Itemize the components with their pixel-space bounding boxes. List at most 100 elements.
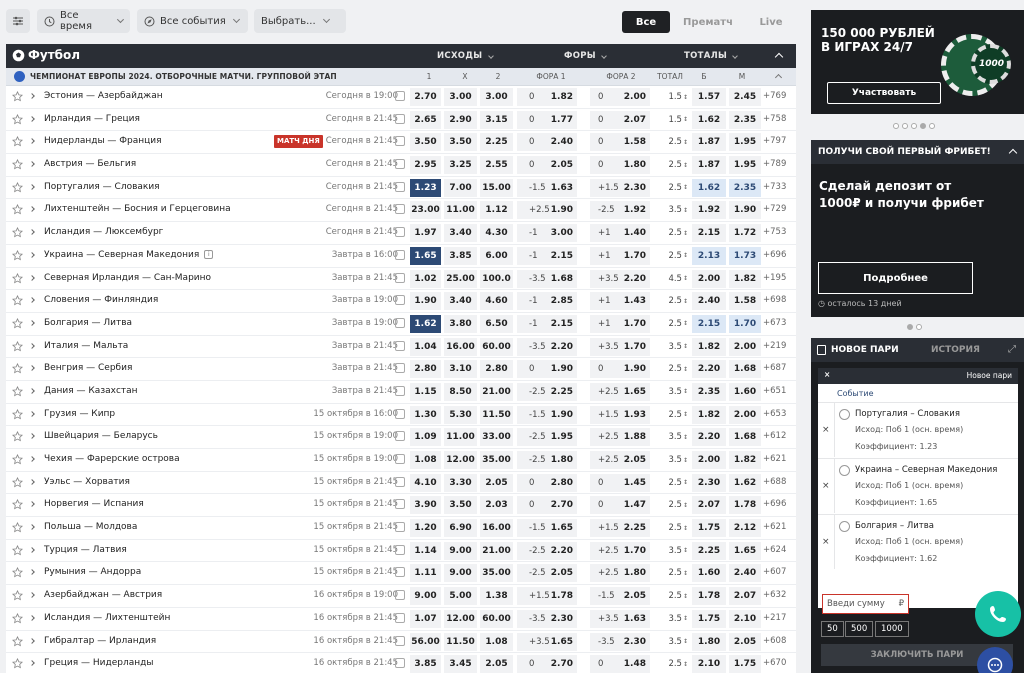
- odd-handicap1[interactable]: 0 2.40: [517, 133, 577, 152]
- more-markets[interactable]: +608: [763, 636, 786, 646]
- match-row[interactable]: Швейцария — Беларусь 15 октября в 19:00 1.…: [6, 426, 796, 449]
- odd-over[interactable]: 1.87: [692, 133, 726, 152]
- odd-over[interactable]: 1.75: [692, 519, 726, 538]
- odd-win1[interactable]: 1.15: [410, 382, 441, 401]
- match-teams[interactable]: Эстония — Азербайджан: [44, 91, 163, 101]
- quick-amount-50[interactable]: 50: [821, 621, 844, 637]
- odd-win2[interactable]: 1.08: [480, 632, 513, 651]
- odd-under[interactable]: 2.35: [729, 110, 761, 129]
- stats-icon[interactable]: [395, 658, 405, 669]
- odd-handicap1[interactable]: -3.5 2.20: [517, 337, 577, 356]
- odd-handicap2[interactable]: 0 1.90: [590, 360, 650, 379]
- star-icon[interactable]: [11, 567, 24, 581]
- odd-under[interactable]: 1.62: [729, 473, 761, 492]
- odd-win1[interactable]: 1.11: [410, 564, 441, 583]
- match-row[interactable]: Венгрия — Сербия Завтра в 21:45 2.80 3.10 2.…: [6, 358, 796, 381]
- pager-dot-active[interactable]: [920, 123, 926, 129]
- odd-handicap2[interactable]: +3.5 1.63: [590, 609, 650, 628]
- odd-win1[interactable]: 23.00: [410, 201, 441, 220]
- odd-under[interactable]: 1.70: [729, 314, 761, 333]
- odd-over[interactable]: 2.10: [692, 655, 726, 673]
- odd-draw[interactable]: 3.45: [444, 655, 477, 673]
- odd-draw[interactable]: 3.30: [444, 473, 477, 492]
- stats-icon[interactable]: [395, 272, 405, 283]
- odd-under[interactable]: 1.82: [729, 451, 761, 469]
- odd-under[interactable]: 1.58: [729, 292, 761, 311]
- odd-win2[interactable]: 4.60: [480, 292, 513, 311]
- star-icon[interactable]: [11, 658, 24, 672]
- remove-bet-icon[interactable]: ×: [822, 425, 830, 435]
- handicaps-column-toggle[interactable]: ФОРЫ: [564, 51, 608, 61]
- match-teams[interactable]: Болгария — Литва: [44, 318, 132, 328]
- odd-draw[interactable]: 3.50: [444, 496, 477, 515]
- odd-handicap1[interactable]: -2.5 2.20: [517, 541, 577, 560]
- odd-over[interactable]: 1.87: [692, 156, 726, 175]
- match-row[interactable]: Исландия — Лихтенштейн 16 октября в 21:45…: [6, 607, 796, 631]
- match-teams[interactable]: Румыния — Андорра: [44, 567, 141, 577]
- match-row[interactable]: Португалия — Словакия Сегодня в 21:45 1.23…: [6, 176, 796, 200]
- more-markets[interactable]: +753: [763, 227, 786, 237]
- stats-icon[interactable]: [395, 431, 405, 442]
- stats-icon[interactable]: [395, 612, 405, 623]
- match-teams[interactable]: Словения — Финляндия: [44, 295, 158, 305]
- odd-handicap1[interactable]: -1 2.85: [517, 292, 577, 311]
- odd-win1[interactable]: 2.70: [410, 88, 441, 106]
- odd-over[interactable]: 1.82: [692, 337, 726, 356]
- odd-win2[interactable]: 1.38: [480, 587, 513, 606]
- odd-win2[interactable]: 33.00: [480, 428, 513, 447]
- totals-column-toggle[interactable]: ТОТАЛЫ: [684, 51, 739, 61]
- more-markets[interactable]: +797: [763, 136, 786, 146]
- odd-under[interactable]: 1.73: [729, 246, 761, 265]
- odd-draw[interactable]: 5.30: [444, 405, 477, 424]
- select-filter-dropdown[interactable]: Выбрать...: [254, 9, 346, 33]
- odd-draw[interactable]: 6.90: [444, 519, 477, 538]
- match-row[interactable]: Азербайджан — Австрия 16 октября в 19:00 9…: [6, 585, 796, 608]
- stats-icon[interactable]: [395, 249, 405, 260]
- odd-over[interactable]: 2.13: [692, 246, 726, 265]
- stats-icon[interactable]: [395, 159, 405, 170]
- match-teams[interactable]: Исландия — Лихтенштейн: [44, 613, 170, 623]
- odd-handicap2[interactable]: +2.5 1.65: [590, 382, 650, 401]
- details-button[interactable]: Подробнее: [818, 262, 973, 294]
- segment-live[interactable]: Live: [748, 11, 794, 33]
- star-icon[interactable]: [11, 113, 24, 128]
- star-icon[interactable]: [11, 590, 24, 604]
- odd-draw[interactable]: 2.90: [444, 110, 477, 129]
- match-row[interactable]: Италия — Мальта Завтра в 21:45 1.04 16.00 60…: [6, 335, 796, 359]
- odd-handicap2[interactable]: -1.5 2.05: [590, 587, 650, 606]
- more-markets[interactable]: +758: [763, 114, 786, 124]
- pager-dot[interactable]: [911, 123, 917, 129]
- chevron-right-icon[interactable]: [29, 342, 35, 349]
- more-markets[interactable]: +217: [763, 613, 786, 623]
- odd-win2[interactable]: 100.0: [480, 269, 513, 288]
- odd-over[interactable]: 1.62: [692, 110, 726, 129]
- remove-bet-icon[interactable]: ×: [822, 537, 830, 547]
- match-teams[interactable]: Нидерланды — Франция: [44, 136, 162, 146]
- odd-draw[interactable]: 7.00: [444, 178, 477, 197]
- star-icon[interactable]: [11, 453, 24, 468]
- odd-win1[interactable]: 2.65: [410, 110, 441, 129]
- stats-icon[interactable]: [395, 363, 405, 374]
- stats-icon[interactable]: [395, 590, 405, 601]
- more-markets[interactable]: +651: [763, 386, 786, 396]
- stats-icon[interactable]: [395, 136, 405, 147]
- odd-win2[interactable]: 21.00: [480, 382, 513, 401]
- odd-win1[interactable]: 1.23: [410, 178, 441, 197]
- odd-handicap2[interactable]: +1.5 2.30: [590, 178, 650, 197]
- odd-win1[interactable]: 1.65: [410, 246, 441, 265]
- star-icon[interactable]: [11, 385, 24, 400]
- chevron-right-icon[interactable]: [29, 501, 35, 508]
- odd-over[interactable]: 1.62: [692, 178, 726, 197]
- match-teams[interactable]: Лихтенштейн — Босния и Герцеговина: [44, 204, 231, 214]
- odd-handicap1[interactable]: -1 3.00: [517, 224, 577, 243]
- odd-handicap1[interactable]: -1 2.15: [517, 314, 577, 333]
- more-markets[interactable]: +632: [763, 590, 786, 600]
- more-markets[interactable]: +729: [763, 204, 786, 214]
- odd-draw[interactable]: 3.25: [444, 156, 477, 175]
- odd-handicap1[interactable]: -3.5 1.68: [517, 269, 577, 288]
- stats-icon[interactable]: [395, 385, 405, 396]
- match-teams[interactable]: Гибралтар — Ирландия: [44, 636, 156, 646]
- call-button[interactable]: [975, 591, 1021, 637]
- star-icon[interactable]: [11, 227, 24, 241]
- star-icon[interactable]: [11, 317, 24, 332]
